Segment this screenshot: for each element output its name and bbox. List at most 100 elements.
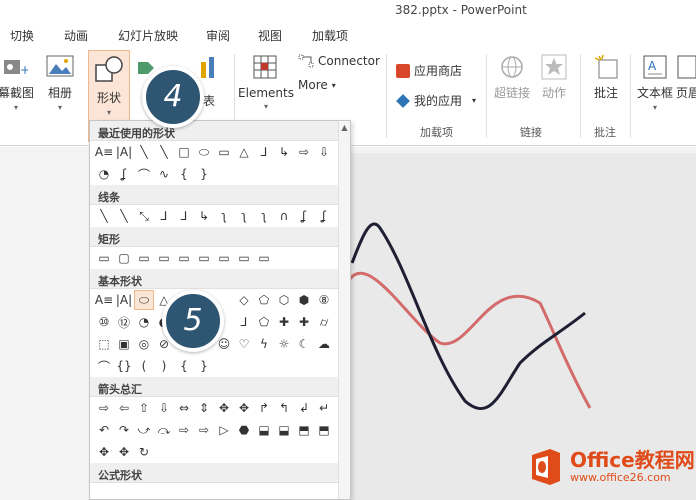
shape-option[interactable]: ⅃	[254, 142, 274, 162]
shape-option[interactable]: {}	[114, 356, 134, 376]
shape-option[interactable]: |A|	[114, 142, 134, 162]
shape-option[interactable]: }	[194, 356, 214, 376]
shape-option[interactable]: |A|	[114, 290, 134, 310]
shape-option[interactable]: ʅ	[214, 206, 234, 226]
shape-option[interactable]: (	[134, 356, 154, 376]
gallery-scrollbar[interactable]: ▲	[338, 121, 350, 499]
shape-option[interactable]: ⤼	[154, 420, 174, 440]
shape-option[interactable]: ⬭	[194, 142, 214, 162]
shape-option[interactable]: ↰	[274, 398, 294, 418]
shape-option[interactable]: ↳	[194, 206, 214, 226]
shape-option[interactable]: ✚	[294, 312, 314, 332]
shape-option[interactable]: ⇩	[314, 142, 334, 162]
shape-option[interactable]: ⇔	[174, 398, 194, 418]
shape-option[interactable]: ▭	[134, 248, 154, 268]
shape-option[interactable]: ⌭	[314, 312, 334, 332]
shape-option[interactable]: ╲	[114, 206, 134, 226]
shape-option[interactable]: ▷	[214, 420, 234, 440]
header-footer-button[interactable]: 页眉	[676, 54, 696, 101]
elements-button[interactable]: Elements ▾	[238, 54, 294, 111]
shape-option[interactable]: ▢	[114, 248, 134, 268]
shape-option[interactable]: ✥	[94, 442, 114, 462]
shape-option[interactable]: ◇	[234, 290, 254, 310]
shape-option[interactable]: ╲	[134, 142, 154, 162]
shape-option[interactable]: ☾	[294, 334, 314, 354]
shape-option[interactable]: ✥	[114, 442, 134, 462]
shape-option[interactable]: ↳	[274, 142, 294, 162]
shape-option[interactable]: ◔	[134, 312, 154, 332]
shape-option[interactable]: ʅ	[234, 206, 254, 226]
shape-option[interactable]: ▭	[254, 248, 274, 268]
shape-option[interactable]: A≡	[94, 290, 114, 310]
shape-option[interactable]: ▭	[154, 248, 174, 268]
shape-option[interactable]: ↻	[134, 442, 154, 462]
hyperlink-button[interactable]: 超链接	[492, 54, 532, 101]
shape-option[interactable]: ∿	[154, 164, 174, 184]
shape-option[interactable]: ◔	[94, 164, 114, 184]
shape-option[interactable]: }	[194, 164, 214, 184]
shape-option[interactable]: ⬣	[234, 420, 254, 440]
shape-option[interactable]: ▭	[214, 142, 234, 162]
shape-option[interactable]: ↶	[94, 420, 114, 440]
shape-option[interactable]: ↵	[314, 398, 334, 418]
shape-option[interactable]: ✚	[274, 312, 294, 332]
shape-option[interactable]: ▭	[94, 248, 114, 268]
my-apps-button[interactable]: 我的应用 ▾	[396, 92, 476, 109]
textbox-button[interactable]: A 文本框 ▾	[636, 54, 674, 112]
shape-option[interactable]: ⬠	[254, 290, 274, 310]
shape-option[interactable]: ʆ	[114, 164, 134, 184]
connector-button[interactable]: Connector	[298, 54, 380, 68]
shape-option[interactable]: ⑧	[314, 290, 334, 310]
shape-option[interactable]: ╲	[154, 142, 174, 162]
shape-option[interactable]: ⤡	[134, 206, 154, 226]
album-button[interactable]: 相册 ▾	[42, 54, 78, 112]
shape-option[interactable]: ▭	[174, 248, 194, 268]
shape-option[interactable]: ⇨	[174, 420, 194, 440]
shape-option[interactable]: ʆ	[314, 206, 334, 226]
shape-option[interactable]: ◎	[134, 334, 154, 354]
shape-option[interactable]: ⅃	[174, 206, 194, 226]
tab-view[interactable]: 视图	[258, 27, 282, 44]
shape-option[interactable]: ▭	[194, 248, 214, 268]
shape-option[interactable]: ╲	[94, 206, 114, 226]
shape-option[interactable]: ⬚	[94, 334, 114, 354]
shape-option[interactable]: ✥	[234, 398, 254, 418]
shape-option[interactable]: ⇨	[294, 142, 314, 162]
tab-addins[interactable]: 加载项	[312, 27, 348, 44]
shape-option[interactable]: ♡	[234, 334, 254, 354]
shape-option[interactable]: ⬠	[254, 312, 274, 332]
app-store-button[interactable]: 应用商店	[396, 62, 462, 79]
shape-option[interactable]: ↲	[294, 398, 314, 418]
shape-option[interactable]: {	[174, 164, 194, 184]
shape-option[interactable]: ⇨	[94, 398, 114, 418]
tab-slideshow[interactable]: 幻灯片放映	[118, 27, 178, 44]
shape-option[interactable]: ⇧	[134, 398, 154, 418]
shape-option[interactable]: ⤻	[134, 420, 154, 440]
shape-option[interactable]: ⬢	[294, 290, 314, 310]
shape-option[interactable]: ⇩	[154, 398, 174, 418]
shape-option[interactable]: ▣	[114, 334, 134, 354]
red-curve[interactable]	[348, 271, 592, 409]
shape-option[interactable]: ⬒	[294, 420, 314, 440]
shape-option[interactable]: ↷	[114, 420, 134, 440]
tab-transitions[interactable]: 切换	[10, 27, 34, 44]
shape-option[interactable]: ⅃	[234, 312, 254, 332]
shape-option[interactable]: ʅ	[254, 206, 274, 226]
shape-option[interactable]: ⌒	[94, 356, 114, 376]
shape-option[interactable]: ⇨	[194, 420, 214, 440]
shape-option[interactable]: ⬓	[254, 420, 274, 440]
shape-option[interactable]: ⬒	[314, 420, 334, 440]
shape-option[interactable]: △	[234, 142, 254, 162]
screenshot-button[interactable]: + 幕截图 ▾	[0, 54, 36, 112]
shape-option[interactable]: ⇕	[194, 398, 214, 418]
shape-option[interactable]: A≡	[94, 142, 114, 162]
action-button[interactable]: 动作	[536, 54, 572, 101]
shape-option[interactable]: )	[154, 356, 174, 376]
shape-option[interactable]: ⬭	[134, 290, 154, 310]
shape-option[interactable]: ⌒	[134, 164, 154, 184]
shape-option[interactable]: ✥	[214, 398, 234, 418]
shape-option[interactable]: ⬡	[274, 290, 294, 310]
tab-review[interactable]: 审阅	[206, 27, 230, 44]
shape-option[interactable]: {	[174, 356, 194, 376]
shape-option[interactable]: ∩	[274, 206, 294, 226]
